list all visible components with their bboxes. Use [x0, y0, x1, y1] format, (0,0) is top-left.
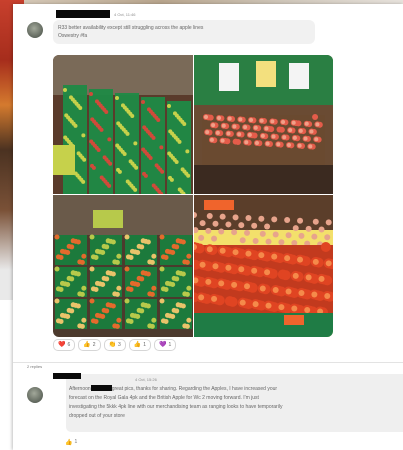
apple-display-photo[interactable] [194, 55, 333, 194]
reply-reaction-count: 1 [74, 439, 78, 445]
post-author-avatar[interactable] [27, 22, 43, 38]
reply-timestamp: 4 Oct, 15:26 [135, 377, 157, 382]
reply-message-bubble: 4 Oct, 15:26 Afternoon great pics, thanks… [66, 374, 403, 432]
post-message-bubble: R33 better availability except still str… [53, 20, 315, 44]
redacted-reply-author-name [53, 373, 81, 379]
redacted-recipient-name [90, 385, 112, 391]
reaction-count: 2 [92, 342, 96, 348]
reaction-count: 1 [168, 342, 172, 348]
tomato-display-photo[interactable] [194, 195, 333, 337]
post-reactions-bar: ❤️ 6 👍 2 👏 3 👍 1 💜 1 [53, 339, 177, 351]
reaction-pill[interactable]: 👍 2 [78, 339, 101, 351]
reply-line-1-rest: great pics, thanks for sharing. Regardin… [111, 386, 278, 392]
reaction-emoji-icon: 👏 [108, 342, 117, 348]
post-timestamp: 4 Oct, 11:46 [114, 12, 136, 17]
reaction-emoji-icon: ❤️ [58, 342, 66, 348]
reaction-emoji-icon: 💜 [159, 342, 167, 348]
reply-author-avatar[interactable] [27, 387, 43, 403]
reaction-count: 6 [67, 342, 71, 348]
photo-grid [53, 55, 333, 337]
produce-aisle-photo[interactable] [53, 55, 193, 194]
reaction-pill[interactable]: 👏 3 [103, 339, 126, 351]
reply-text-line-4: dropped out of your store [69, 413, 125, 419]
reaction-pill[interactable]: 👍 1 [128, 339, 152, 351]
post-text-line-1: R33 better availability except still str… [58, 25, 204, 31]
reaction-pill[interactable]: ❤️ 6 [53, 339, 76, 351]
replies-count-label[interactable]: 2 replies [27, 364, 42, 369]
reply-greeting: Afternoon [69, 386, 91, 392]
reaction-count: 3 [118, 342, 121, 348]
chat-thread-panel: 4 Oct, 11:46 R33 better availability exc… [13, 4, 403, 450]
redacted-author-name [56, 10, 110, 18]
reaction-pill[interactable]: 💜 1 [154, 339, 177, 351]
reply-text-line-2: forecast on the Royal Gala 4pk and the B… [69, 395, 259, 401]
reaction-count: 1 [143, 342, 147, 348]
reply-text-line-3: investigating the 5kkk 4pk line with our… [69, 404, 283, 410]
reaction-emoji-icon: 👍 [83, 342, 91, 348]
reply-reaction-pill[interactable]: 👍 1 [65, 437, 81, 447]
replies-divider [13, 362, 403, 363]
reply-text-line-1: Afternoon great pics, thanks for sharing.… [69, 385, 277, 393]
produce-crates-photo[interactable] [53, 195, 193, 337]
thumbs-up-icon: 👍 [65, 439, 73, 446]
post-text-line-2: Oswestry #fa [58, 33, 88, 39]
reaction-emoji-icon: 👍 [133, 342, 142, 348]
